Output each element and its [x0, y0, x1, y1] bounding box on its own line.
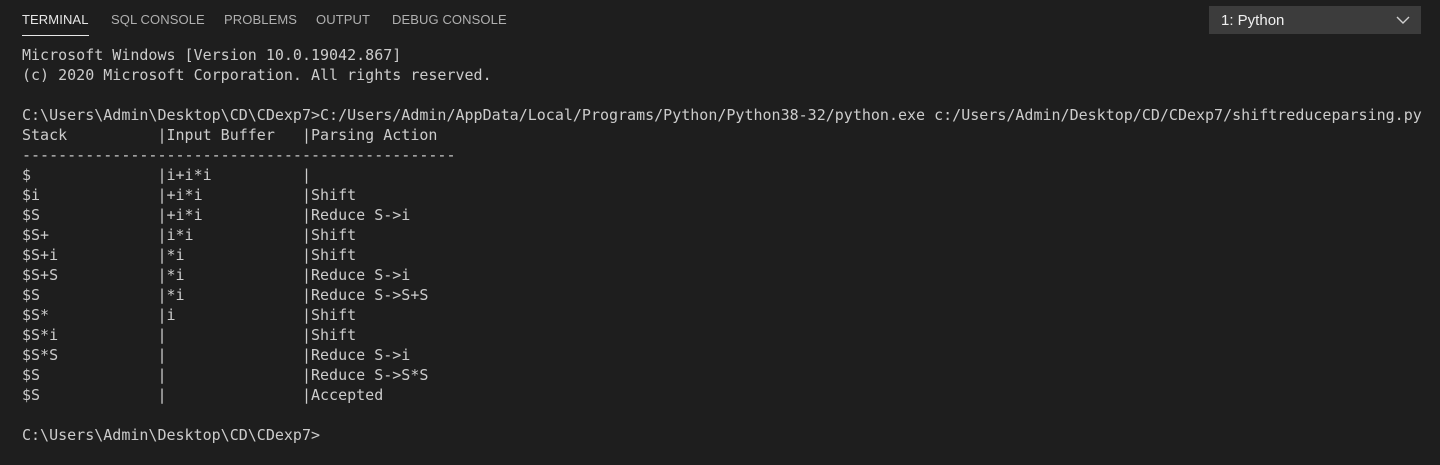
terminal-line: $S*S | |Reduce S->i: [22, 346, 411, 364]
tab-output[interactable]: OUTPUT: [316, 11, 370, 29]
terminal-selector-dropdown[interactable]: 1: Python: [1209, 6, 1421, 34]
terminal-line: $S | |Reduce S->S*S: [22, 366, 429, 384]
terminal-line: C:\Users\Admin\Desktop\CD\CDexp7>C:/User…: [22, 106, 1422, 124]
tab-debug-console[interactable]: DEBUG CONSOLE: [392, 11, 507, 29]
terminal-panel: TERMINAL SQL CONSOLE PROBLEMS OUTPUT DEB…: [0, 0, 1440, 465]
tab-sql-console[interactable]: SQL CONSOLE: [111, 11, 205, 29]
terminal-line: $S* |i |Shift: [22, 306, 357, 324]
terminal-line: $S | |Accepted: [22, 386, 384, 404]
terminal-line: $S*i | |Shift: [22, 326, 357, 344]
terminal-line: C:\Users\Admin\Desktop\CD\CDexp7>: [22, 426, 321, 444]
terminal-line: (c) 2020 Microsoft Corporation. All righ…: [22, 66, 492, 84]
terminal-line: $S+S |*i |Reduce S->i: [22, 266, 411, 284]
terminal-line: $i |+i*i |Shift: [22, 186, 357, 204]
panel-tab-bar: TERMINAL SQL CONSOLE PROBLEMS OUTPUT DEB…: [0, 0, 1440, 40]
terminal-line: $S |+i*i |Reduce S->i: [22, 206, 411, 224]
terminal-line: ----------------------------------------…: [22, 146, 456, 164]
terminal-line: $S |*i |Reduce S->S+S: [22, 286, 429, 304]
terminal-line: $S+i |*i |Shift: [22, 246, 357, 264]
terminal-line: $S+ |i*i |Shift: [22, 226, 357, 244]
terminal-line: Microsoft Windows [Version 10.0.19042.86…: [22, 46, 402, 64]
tab-terminal[interactable]: TERMINAL: [22, 11, 89, 36]
terminal-line: Stack |Input Buffer |Parsing Action: [22, 126, 438, 144]
tab-problems[interactable]: PROBLEMS: [224, 11, 297, 29]
terminal-output[interactable]: Microsoft Windows [Version 10.0.19042.86…: [22, 45, 1432, 445]
terminal-selector-value: 1: Python: [1221, 12, 1285, 29]
terminal-line: $ |i+i*i |: [22, 166, 311, 184]
chevron-down-icon: [1396, 16, 1410, 24]
